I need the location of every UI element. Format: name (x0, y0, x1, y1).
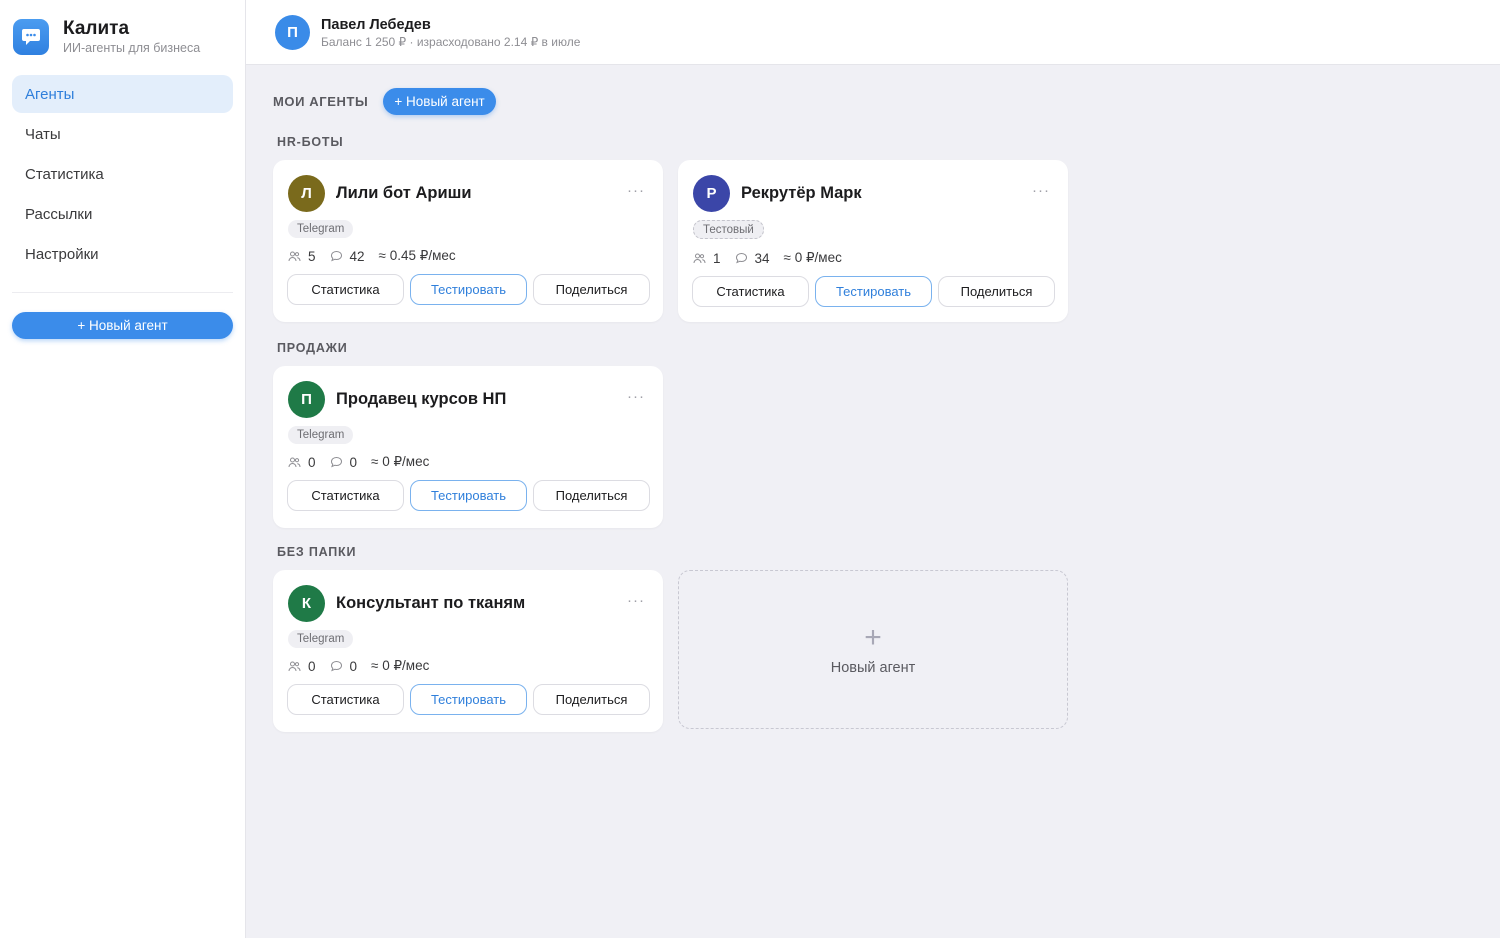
sidebar-item-chats[interactable]: Чаты (12, 115, 233, 153)
brand[interactable]: Калита ИИ-агенты для бизнеса (13, 18, 200, 55)
new-agent-button[interactable]: + Новый агент (383, 88, 496, 115)
more-icon[interactable]: ··· (627, 182, 645, 199)
stats-button[interactable]: Статистика (287, 274, 404, 305)
more-icon[interactable]: ··· (1032, 182, 1050, 199)
folder-title-sales: ПРОДАЖИ (277, 341, 348, 355)
agent-name: Продавец курсов НП (336, 390, 507, 408)
test-button[interactable]: Тестировать (410, 684, 527, 715)
chats-count: 0 (349, 454, 358, 470)
agent-card[interactable]: Л Лили бот Ариши ··· Telegram 5 42 ≈ 0.4… (273, 160, 663, 322)
user-avatar[interactable]: П (275, 15, 310, 50)
agent-stats: 0 0 ≈ 0 ₽/мес (288, 658, 443, 674)
agent-avatar: К (288, 585, 325, 622)
chat-icon (330, 250, 342, 262)
agent-card[interactable]: К Консультант по тканям ··· Telegram 0 0… (273, 570, 663, 732)
channel-badge: Telegram (288, 630, 354, 648)
sidebar-nav: Агенты Чаты Статистика Рассылки Настройк… (12, 75, 233, 275)
user-name: Павел Лебедев (321, 17, 431, 33)
chat-icon (735, 252, 747, 264)
agent-card[interactable]: П Продавец курсов НП ··· Telegram 0 0 ≈ … (273, 366, 663, 528)
agent-name: Рекрутёр Марк (741, 184, 862, 202)
channel-badge: Telegram (288, 220, 354, 238)
chat-icon (330, 660, 342, 672)
chats-count: 34 (754, 250, 770, 266)
more-icon[interactable]: ··· (627, 592, 645, 609)
header: П Павел Лебедев Баланс 1 250 ₽ · израсхо… (246, 0, 1500, 65)
plus-icon: + (864, 620, 882, 654)
agent-avatar: П (288, 381, 325, 418)
sidebar: Калита ИИ-агенты для бизнеса Агенты Чаты… (0, 0, 246, 938)
users-icon (693, 253, 706, 263)
test-badge: Тестовый (693, 220, 764, 239)
share-button[interactable]: Поделиться (533, 480, 650, 511)
test-button[interactable]: Тестировать (410, 480, 527, 511)
test-button[interactable]: Тестировать (410, 274, 527, 305)
share-button[interactable]: Поделиться (533, 274, 650, 305)
chat-bubble-icon (13, 18, 49, 55)
agent-stats: 1 34 ≈ 0 ₽/мес (693, 250, 856, 266)
user-balance: Баланс 1 250 ₽ · израсходовано 2.14 ₽ в … (321, 35, 581, 49)
brand-subtitle: ИИ-агенты для бизнеса (63, 41, 201, 55)
users-count: 0 (308, 454, 316, 470)
stats-button[interactable]: Статистика (287, 684, 404, 715)
sidebar-item-agents[interactable]: Агенты (12, 75, 233, 113)
users-icon (288, 457, 301, 467)
users-icon (288, 251, 301, 261)
chats-count: 0 (349, 658, 358, 674)
folder-title-no-folder: БЕЗ ПАПКИ (277, 545, 357, 559)
chats-count: 42 (349, 248, 365, 264)
new-agent-card-label: Новый агент (830, 659, 916, 676)
share-button[interactable]: Поделиться (533, 684, 650, 715)
my-agents-title: МОИ АГЕНТЫ (273, 94, 369, 109)
cost-estimate: ≈ 0.45 ₽/мес (378, 248, 456, 263)
agent-stats: 5 42 ≈ 0.45 ₽/мес (288, 248, 470, 264)
cost-estimate: ≈ 0 ₽/мес (371, 658, 430, 673)
users-count: 0 (308, 658, 316, 674)
new-agent-card[interactable]: + Новый агент (678, 570, 1068, 729)
sidebar-item-statistics[interactable]: Статистика (12, 155, 233, 193)
agent-card[interactable]: Р Рекрутёр Марк ··· Тестовый 1 34 ≈ 0 ₽/… (678, 160, 1068, 322)
users-count: 1 (713, 250, 721, 266)
sidebar-item-settings[interactable]: Настройки (12, 235, 233, 273)
test-button[interactable]: Тестировать (815, 276, 932, 307)
more-icon[interactable]: ··· (627, 388, 645, 405)
cost-estimate: ≈ 0 ₽/мес (371, 454, 430, 469)
channel-badge: Telegram (288, 426, 354, 444)
folder-title-hr: HR-БОТЫ (277, 135, 344, 149)
agent-name: Консультант по тканям (336, 594, 526, 612)
brand-title: Калита (63, 18, 130, 39)
my-agents-header: МОИ АГЕНТЫ + Новый агент (273, 88, 496, 115)
users-icon (288, 661, 301, 671)
sidebar-new-agent-button[interactable]: + Новый агент (12, 312, 233, 339)
sidebar-item-mailings[interactable]: Рассылки (12, 195, 233, 233)
agent-avatar: Л (288, 175, 325, 212)
stats-button[interactable]: Статистика (287, 480, 404, 511)
share-button[interactable]: Поделиться (938, 276, 1055, 307)
stats-button[interactable]: Статистика (692, 276, 809, 307)
agent-avatar: Р (693, 175, 730, 212)
agent-name: Лили бот Ариши (336, 184, 472, 202)
cost-estimate: ≈ 0 ₽/мес (783, 250, 842, 265)
users-count: 5 (308, 248, 316, 264)
chat-icon (330, 456, 342, 468)
agent-stats: 0 0 ≈ 0 ₽/мес (288, 454, 443, 470)
sidebar-divider (12, 292, 233, 293)
